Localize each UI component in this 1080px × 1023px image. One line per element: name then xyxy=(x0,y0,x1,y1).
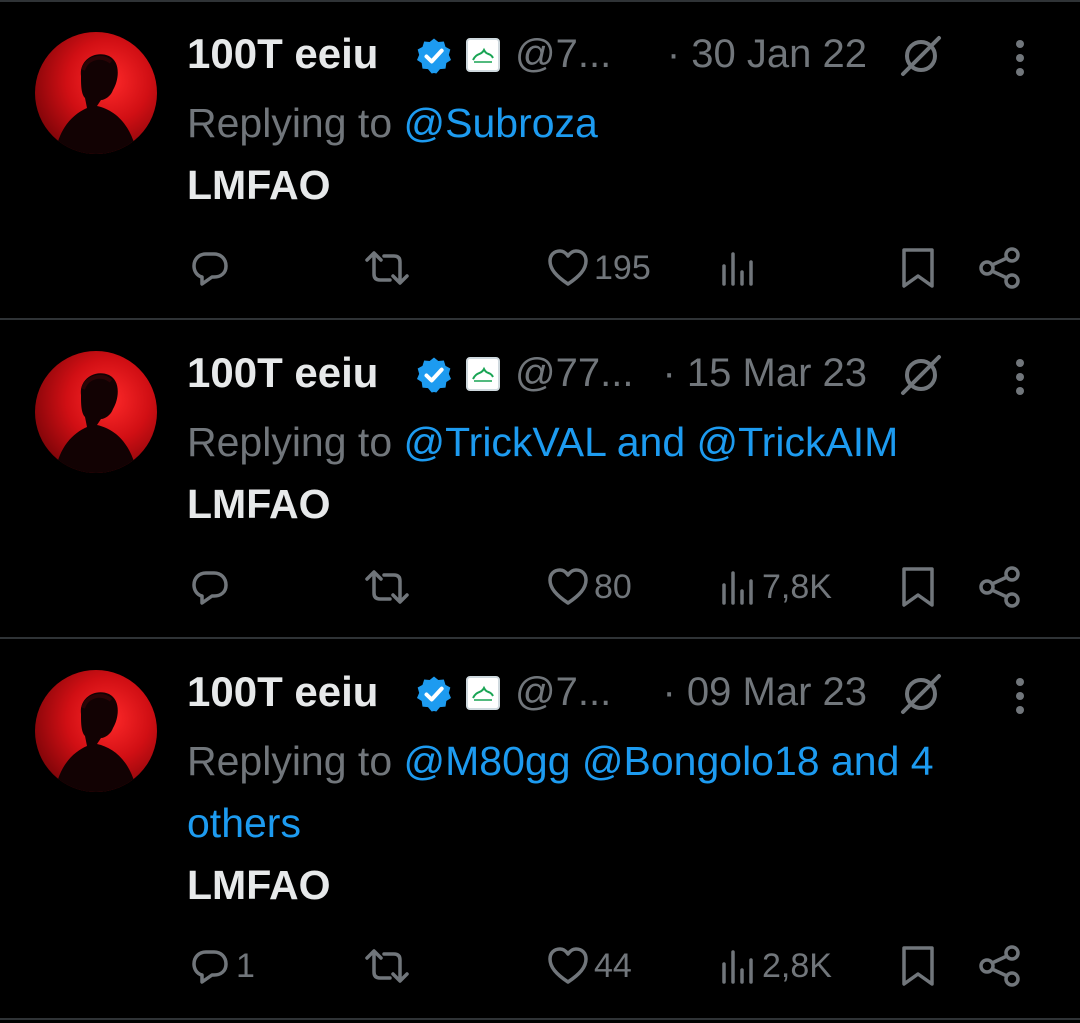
views-button[interactable]: 7,8K xyxy=(718,557,832,617)
display-name[interactable]: 100T eeiu xyxy=(187,30,378,78)
retweet-button[interactable] xyxy=(362,557,412,617)
share-icon xyxy=(979,945,1020,987)
retweet-icon xyxy=(365,570,409,604)
display-name[interactable]: 100T eeiu xyxy=(187,668,378,716)
timestamp[interactable]: · 09 Mar 23 xyxy=(662,670,867,715)
share-button[interactable] xyxy=(976,238,1024,298)
more-icon[interactable] xyxy=(1005,357,1035,397)
affiliate-logo-icon[interactable] xyxy=(466,676,500,710)
affiliate-logo-icon[interactable] xyxy=(466,38,500,72)
verified-badge-icon xyxy=(417,676,451,712)
timestamp[interactable]: · 30 Jan 22 xyxy=(667,32,867,77)
replying-to: Replying to @TrickVAL and @TrickAIM xyxy=(187,411,1027,473)
replying-to: Replying to @M80gg @Bongolo18 and 4 other… xyxy=(187,730,1027,854)
like-button[interactable]: 44 xyxy=(546,936,632,996)
tweet-header: 100T eeiu @7... · 09 Mar 23 xyxy=(187,664,1047,724)
retweet-icon xyxy=(365,949,409,983)
like-count: 44 xyxy=(594,946,632,985)
handle[interactable]: @7... xyxy=(515,32,611,77)
handle[interactable]: @7... xyxy=(515,670,611,715)
tweet-text: LMFAO xyxy=(187,862,331,908)
verified-badge-icon xyxy=(417,357,451,393)
views-icon xyxy=(722,950,753,984)
heart-icon xyxy=(548,947,588,984)
heart-icon xyxy=(548,249,588,286)
share-button[interactable] xyxy=(976,936,1024,996)
replying-to: Replying to @Subroza xyxy=(187,92,1027,154)
reply-icon xyxy=(192,950,228,984)
bookmark-button[interactable] xyxy=(896,238,940,298)
views-icon xyxy=(722,571,753,605)
tweet-header: 100T eeiu @7... · 30 Jan 22 xyxy=(187,26,1047,86)
avatar[interactable] xyxy=(35,32,157,154)
bookmark-button[interactable] xyxy=(896,936,940,996)
avatar[interactable] xyxy=(35,670,157,792)
share-button[interactable] xyxy=(976,557,1024,617)
grok-icon[interactable] xyxy=(897,670,945,718)
bookmark-button[interactable] xyxy=(896,557,940,617)
mention-link[interactable]: @Subroza xyxy=(404,100,598,146)
bookmark-icon xyxy=(902,946,934,986)
tweet-header: 100T eeiu @77... · 15 Mar 23 xyxy=(187,345,1047,405)
handle[interactable]: @77... xyxy=(515,351,633,396)
views-button[interactable] xyxy=(718,238,762,298)
views-button[interactable]: 2,8K xyxy=(718,936,832,996)
action-bar: 1 44 2,8K xyxy=(0,936,1080,996)
tweet[interactable]: 100T eeiu @77... · 15 Mar 23 Replying to… xyxy=(0,321,1080,639)
timestamp[interactable]: · 15 Mar 23 xyxy=(662,351,867,396)
tweet-text: LMFAO xyxy=(187,162,331,208)
action-bar: 80 7,8K xyxy=(0,557,1080,617)
more-icon[interactable] xyxy=(1005,676,1035,716)
mention-link-others[interactable]: others xyxy=(187,800,301,846)
view-count: 2,8K xyxy=(762,946,832,985)
like-button[interactable]: 80 xyxy=(546,557,632,617)
avatar-silhouette-icon xyxy=(55,692,137,792)
affiliate-logo-icon[interactable] xyxy=(466,357,500,391)
tweet[interactable]: 100T eeiu @7... · 30 Jan 22 Replying to … xyxy=(0,2,1080,320)
grok-icon[interactable] xyxy=(897,351,945,399)
like-count: 80 xyxy=(594,567,632,606)
share-icon xyxy=(979,566,1020,608)
reply-button[interactable] xyxy=(188,557,236,617)
more-icon[interactable] xyxy=(1005,38,1035,78)
bookmark-icon xyxy=(902,567,934,607)
reply-icon xyxy=(192,571,228,605)
verified-badge-icon xyxy=(417,38,451,74)
reply-button[interactable]: 1 xyxy=(188,936,255,996)
display-name[interactable]: 100T eeiu xyxy=(187,349,378,397)
mention-link[interactable]: @M80gg @Bongolo18 and 4 xyxy=(404,738,934,784)
tweet-text: LMFAO xyxy=(187,481,331,527)
mention-link[interactable]: @TrickVAL and @TrickAIM xyxy=(404,419,899,465)
views-icon xyxy=(722,252,753,286)
retweet-button[interactable] xyxy=(362,238,412,298)
replying-to-label: Replying to xyxy=(187,419,404,465)
retweet-button[interactable] xyxy=(362,936,412,996)
reply-button[interactable] xyxy=(188,238,236,298)
share-icon xyxy=(979,247,1020,289)
grok-icon[interactable] xyxy=(897,32,945,80)
action-bar: 195 xyxy=(0,238,1080,298)
view-count: 7,8K xyxy=(762,567,832,606)
avatar-silhouette-icon xyxy=(55,54,137,154)
avatar-silhouette-icon xyxy=(55,373,137,473)
tweet[interactable]: 100T eeiu @7... · 09 Mar 23 Replying to … xyxy=(0,640,1080,1020)
like-count: 195 xyxy=(594,248,651,287)
retweet-icon xyxy=(365,251,409,285)
replying-to-label: Replying to xyxy=(187,738,404,784)
reply-count: 1 xyxy=(236,946,255,985)
reply-icon xyxy=(192,252,228,286)
like-button[interactable]: 195 xyxy=(546,238,651,298)
avatar[interactable] xyxy=(35,351,157,473)
bookmark-icon xyxy=(902,248,934,288)
replying-to-label: Replying to xyxy=(187,100,404,146)
heart-icon xyxy=(548,568,588,605)
